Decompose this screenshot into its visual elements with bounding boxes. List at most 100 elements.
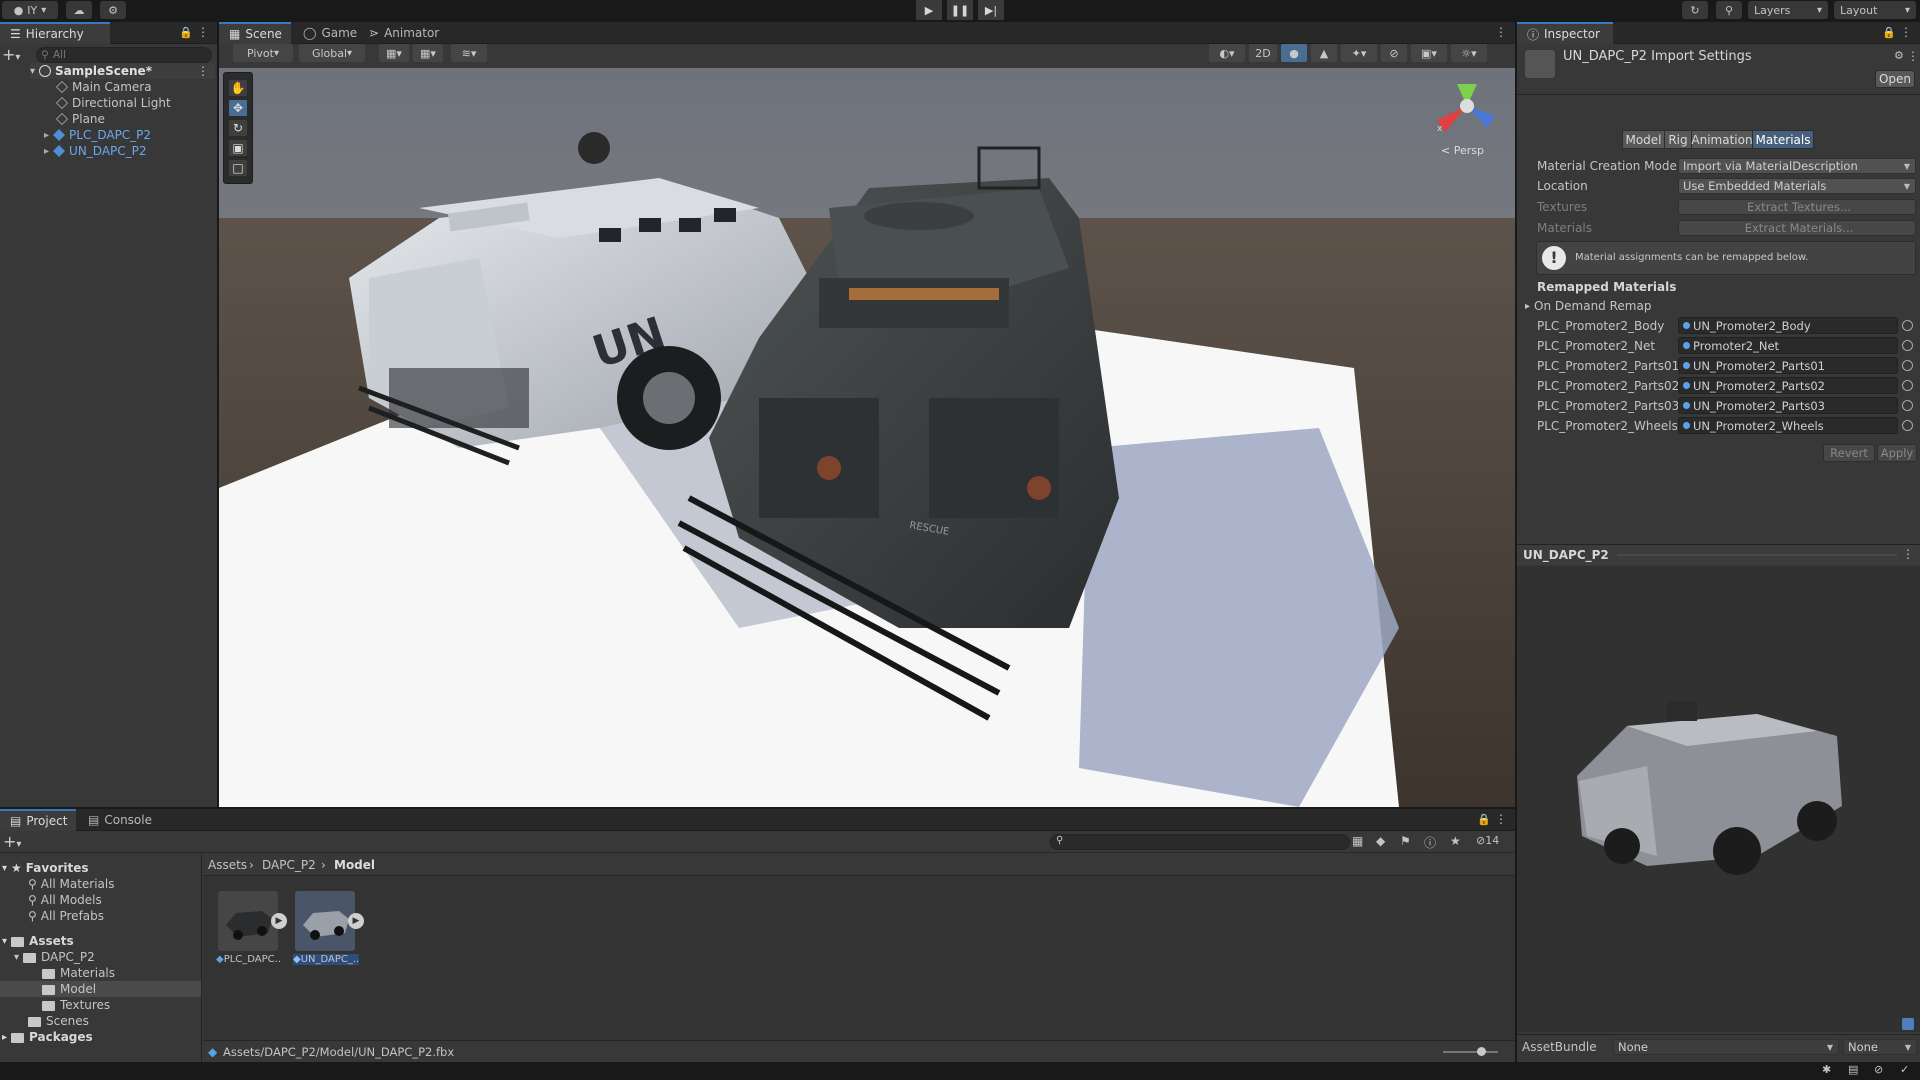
breadcrumb-item[interactable]: Assets bbox=[208, 858, 247, 872]
collab-button[interactable]: ⚙ bbox=[100, 1, 126, 19]
cloud-button[interactable]: ☁ bbox=[66, 1, 92, 19]
project-search-input[interactable]: ⚲ bbox=[1050, 834, 1350, 850]
assetbundle-variant-dropdown[interactable]: None ▼ bbox=[1843, 1039, 1917, 1055]
tag-icon[interactable] bbox=[1902, 1018, 1914, 1030]
asset-tile-selected[interactable]: ▶ ◆UN_DAPC_... bbox=[293, 891, 364, 971]
remap-target-field[interactable]: UN_Promoter2_Parts02 bbox=[1678, 377, 1913, 394]
hierarchy-item[interactable]: Main Camera bbox=[56, 79, 152, 95]
hierarchy-search-input[interactable]: ⚲ All bbox=[36, 47, 212, 63]
scale-tool-button[interactable]: ▣ bbox=[228, 139, 248, 157]
kebab-menu-icon[interactable]: ⋮ bbox=[1900, 25, 1912, 39]
scene-viewport[interactable]: UN RESCUE ✋ ✥ ↻ ▣ □ x < Persp bbox=[219, 68, 1515, 807]
effects-dropdown[interactable]: ✦▾ bbox=[1341, 44, 1377, 62]
kebab-menu-icon[interactable]: ⋮ bbox=[1907, 49, 1919, 63]
remap-target-field[interactable]: UN_Promoter2_Wheels bbox=[1678, 417, 1913, 434]
asset-tile[interactable]: ▶ ◆PLC_DAPC... bbox=[216, 891, 287, 971]
pause-button[interactable]: ❚❚ bbox=[947, 0, 973, 20]
search-button[interactable]: ⚲ bbox=[1716, 1, 1742, 19]
hand-tool-button[interactable]: ✋ bbox=[228, 79, 248, 97]
assets-foldout[interactable]: ▾ Assets bbox=[2, 933, 74, 949]
search-by-type-icon[interactable]: ▦ bbox=[1352, 834, 1363, 848]
pivot-dropdown[interactable]: Pivot ▾ bbox=[233, 44, 293, 62]
favorite-item[interactable]: ⚲ All Materials bbox=[28, 876, 115, 892]
kebab-menu-icon[interactable]: ⋮ bbox=[197, 25, 209, 39]
grid-visibility-button[interactable]: ▦▾ bbox=[413, 44, 443, 62]
favorites-foldout[interactable]: ▾ ★ Favorites bbox=[2, 860, 89, 876]
tab-game[interactable]: ◯ Game bbox=[293, 22, 357, 44]
remap-target-field[interactable]: Promoter2_Net bbox=[1678, 337, 1913, 354]
layers-dropdown[interactable]: Layers ▾ bbox=[1748, 1, 1828, 19]
tab-animator[interactable]: ⋗ Animator bbox=[359, 22, 449, 44]
gizmos-dropdown[interactable]: ☼▾ bbox=[1451, 44, 1487, 62]
tag-icon[interactable]: ⚑ bbox=[1400, 834, 1411, 848]
material-creation-mode-dropdown[interactable]: Import via MaterialDescription ▼ bbox=[1678, 158, 1916, 174]
object-picker-icon[interactable] bbox=[1902, 340, 1913, 351]
preview-drag-handle[interactable] bbox=[1617, 554, 1897, 556]
tab-console[interactable]: ▤ Console bbox=[78, 809, 160, 831]
extract-materials-button[interactable]: Extract Materials... bbox=[1678, 220, 1916, 236]
lock-icon[interactable]: 🔒 bbox=[1477, 813, 1491, 826]
hierarchy-item[interactable]: Plane bbox=[56, 111, 105, 127]
camera-dropdown[interactable]: ▣▾ bbox=[1411, 44, 1447, 62]
remap-target-field[interactable]: UN_Promoter2_Body bbox=[1678, 317, 1913, 334]
expand-asset-icon[interactable]: ▶ bbox=[271, 913, 287, 929]
model-preview[interactable] bbox=[1517, 566, 1920, 1032]
expand-asset-icon[interactable]: ▶ bbox=[348, 913, 364, 929]
subtab-rig[interactable]: Rig bbox=[1664, 130, 1692, 149]
open-button[interactable]: Open bbox=[1875, 70, 1915, 88]
network-icon[interactable]: ⊘ bbox=[1874, 1063, 1883, 1076]
grid-snap-button[interactable]: ▦▾ bbox=[379, 44, 409, 62]
tab-project[interactable]: ▤ Project bbox=[0, 809, 76, 831]
rotate-tool-button[interactable]: ↻ bbox=[228, 119, 248, 137]
draw-mode-dropdown[interactable]: ◐▾ bbox=[1209, 44, 1245, 62]
increment-snap-button[interactable]: ≋▾ bbox=[451, 44, 487, 62]
filter-by-label-icon[interactable]: ◆ bbox=[1376, 834, 1385, 848]
assetbundle-dropdown[interactable]: None ▼ bbox=[1613, 1039, 1839, 1055]
folder-item-selected[interactable]: Model bbox=[0, 981, 201, 997]
play-button[interactable]: ▶ bbox=[916, 0, 942, 20]
audio-toggle[interactable]: ▲ bbox=[1311, 44, 1337, 62]
orientation-gizmo[interactable]: x < Persp bbox=[1427, 76, 1507, 166]
object-picker-icon[interactable] bbox=[1902, 380, 1913, 391]
step-button[interactable]: ▶| bbox=[978, 0, 1004, 20]
layout-dropdown[interactable]: Layout ▾ bbox=[1834, 1, 1916, 19]
check-icon[interactable]: ✓ bbox=[1900, 1063, 1909, 1076]
info-icon[interactable]: ⓘ bbox=[1424, 834, 1436, 851]
database-icon[interactable]: ▤ bbox=[1848, 1063, 1858, 1076]
hierarchy-item[interactable]: ▸ UN_DAPC_P2 bbox=[44, 143, 147, 159]
remap-target-field[interactable]: UN_Promoter2_Parts03 bbox=[1678, 397, 1913, 414]
scene-row[interactable]: ▾ SampleScene* ⋮ bbox=[30, 63, 215, 79]
subtab-materials[interactable]: Materials bbox=[1752, 130, 1814, 149]
hidden-packages-button[interactable]: ⊘14 bbox=[1476, 834, 1499, 847]
favorite-item[interactable]: ⚲ All Models bbox=[28, 892, 102, 908]
extract-textures-button[interactable]: Extract Textures... bbox=[1678, 199, 1916, 215]
apply-button[interactable]: Apply bbox=[1877, 444, 1917, 462]
slider-handle[interactable] bbox=[1477, 1047, 1486, 1056]
subtab-model[interactable]: Model bbox=[1622, 130, 1665, 149]
object-picker-icon[interactable] bbox=[1902, 360, 1913, 371]
folder-item[interactable]: Materials bbox=[42, 965, 115, 981]
kebab-menu-icon[interactable]: ⋮ bbox=[1902, 547, 1914, 561]
thumbnail-size-slider[interactable] bbox=[1443, 1047, 1498, 1056]
packages-foldout[interactable]: ▸ Packages bbox=[2, 1029, 93, 1045]
location-dropdown[interactable]: Use Embedded Materials ▼ bbox=[1678, 178, 1916, 194]
create-button[interactable]: +▾ bbox=[2, 46, 28, 64]
remap-target-field[interactable]: UN_Promoter2_Parts01 bbox=[1678, 357, 1913, 374]
persp-label[interactable]: < Persp bbox=[1441, 144, 1484, 157]
folder-item[interactable]: ▾ DAPC_P2 bbox=[14, 949, 95, 965]
subtab-animation[interactable]: Animation bbox=[1691, 130, 1753, 149]
hierarchy-item[interactable]: ▸ PLC_DAPC_P2 bbox=[44, 127, 151, 143]
object-picker-icon[interactable] bbox=[1902, 320, 1913, 331]
tab-scene[interactable]: ▦ Scene bbox=[219, 22, 291, 44]
tab-inspector[interactable]: ⓘ Inspector bbox=[1517, 22, 1613, 44]
rect-tool-button[interactable]: □ bbox=[228, 159, 248, 177]
hidden-objects-toggle[interactable]: ⊘ bbox=[1381, 44, 1407, 62]
global-dropdown[interactable]: Global ▾ bbox=[299, 44, 365, 62]
object-picker-icon[interactable] bbox=[1902, 400, 1913, 411]
kebab-menu-icon[interactable]: ⋮ bbox=[1495, 25, 1507, 39]
settings-icon[interactable]: ⚙ bbox=[1894, 49, 1904, 62]
revert-button[interactable]: Revert bbox=[1823, 444, 1875, 462]
on-demand-remap-foldout[interactable]: ▸ On Demand Remap bbox=[1525, 298, 1651, 314]
lock-icon[interactable]: 🔒 bbox=[1882, 26, 1896, 39]
account-dropdown[interactable]: ● IY ▾ bbox=[2, 1, 58, 19]
